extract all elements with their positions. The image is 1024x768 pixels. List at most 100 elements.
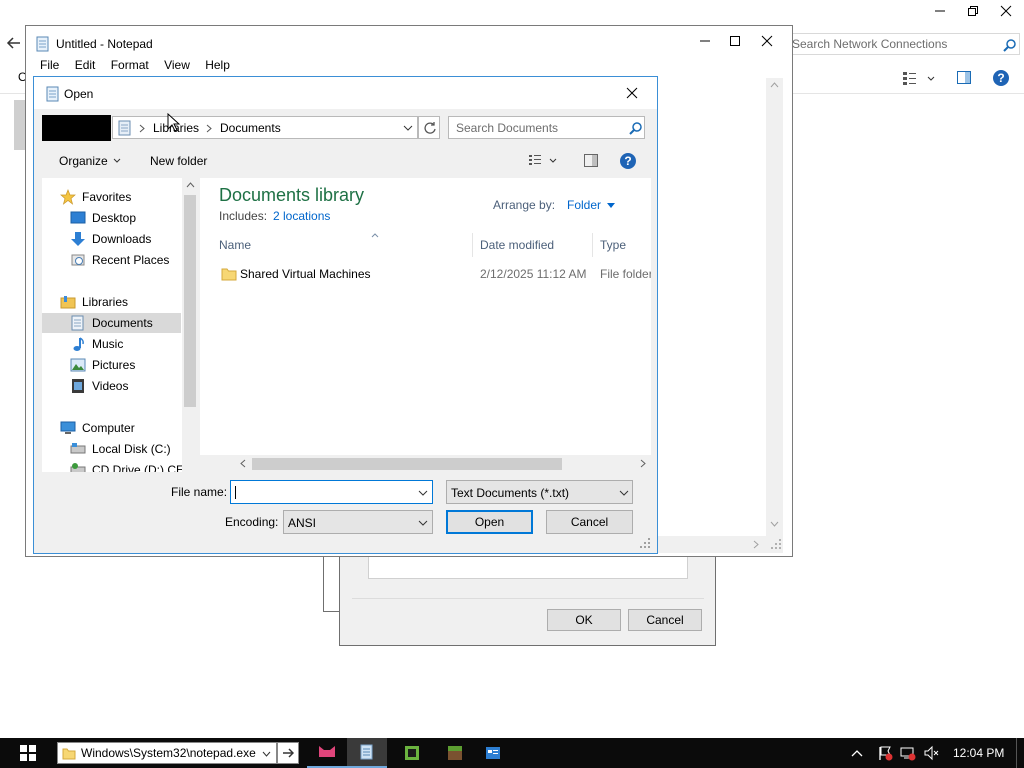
nav-pictures[interactable]: Pictures <box>42 355 135 375</box>
show-hidden-icons-icon[interactable] <box>851 749 863 757</box>
svg-text:?: ? <box>997 71 1004 85</box>
column-date-modified[interactable]: Date modified <box>480 233 590 257</box>
nav-local-disk[interactable]: Local Disk (C:) <box>42 439 171 459</box>
menu-format[interactable]: Format <box>111 58 149 72</box>
content-scrollbar-thumb[interactable] <box>252 458 562 470</box>
view-options-icon <box>529 155 557 165</box>
taskbar-address-box[interactable]: Windows\System32\notepad.exe <box>57 742 277 764</box>
minimize-icon <box>935 10 945 12</box>
notepad-icon <box>36 36 49 52</box>
documents-icon <box>71 315 84 331</box>
column-name[interactable]: Name <box>219 233 471 257</box>
nav-favorites[interactable]: Favorites <box>42 187 131 207</box>
nav-music[interactable]: Music <box>42 334 123 354</box>
start-button[interactable] <box>8 738 48 768</box>
taskbar-app-4[interactable] <box>435 738 475 768</box>
minimize-button[interactable] <box>925 0 955 22</box>
nav-cd-drive[interactable]: CD Drive (D:) CEN <box>42 460 193 472</box>
nav-pane-scrollbar[interactable] <box>182 178 198 472</box>
notepad-close-button[interactable] <box>752 30 782 52</box>
volume-muted-icon[interactable] <box>924 745 940 761</box>
libraries-folder-icon <box>60 296 76 309</box>
menu-view[interactable]: View <box>164 58 190 72</box>
back-arrow-icon <box>6 37 20 49</box>
file-type: File folder <box>600 267 651 281</box>
close-button[interactable] <box>991 0 1021 22</box>
nav-downloads-label: Downloads <box>92 232 152 246</box>
taskbar-notepad[interactable] <box>347 738 387 768</box>
change-view-button[interactable] <box>528 153 560 169</box>
menu-help[interactable]: Help <box>205 58 230 72</box>
breadcrumb-documents[interactable]: Documents <box>220 121 281 135</box>
content-horizontal-scrollbar[interactable] <box>200 455 651 472</box>
resize-grip-icon[interactable] <box>770 538 782 550</box>
nav-downloads[interactable]: Downloads <box>42 229 151 249</box>
encoding-select[interactable]: ANSI <box>283 510 433 534</box>
nav-music-label: Music <box>92 337 124 351</box>
includes-locations-link[interactable]: 2 locations <box>273 209 330 223</box>
taskbar-app-5[interactable] <box>473 738 513 768</box>
menu-file[interactable]: File <box>40 58 59 72</box>
change-view-button[interactable] <box>902 70 938 86</box>
taskbar-app-1[interactable] <box>307 738 347 768</box>
library-title: Documents library <box>219 185 365 205</box>
nav-scrollbar-thumb[interactable] <box>184 195 196 407</box>
file-row[interactable]: Shared Virtual Machines 2/12/2025 11:12 … <box>219 263 651 285</box>
show-desktop-button[interactable] <box>1016 738 1024 768</box>
nav-documents-selected[interactable]: Documents <box>42 313 181 333</box>
organize-button[interactable]: Organize <box>59 154 121 168</box>
help-button[interactable]: ? <box>992 69 1010 87</box>
file-name-input[interactable] <box>230 480 433 504</box>
network-search-box[interactable]: Search Network Connections <box>788 33 1020 55</box>
back-button[interactable] <box>6 35 24 51</box>
cancel-button[interactable]: Cancel <box>546 510 633 534</box>
search-documents-box[interactable]: Search Documents <box>448 116 645 139</box>
cancel-label: Cancel <box>646 613 684 627</box>
network-icon[interactable] <box>900 745 916 761</box>
scroll-up-icon <box>186 182 195 188</box>
nav-favorites-label: Favorites <box>82 190 132 204</box>
menu-edit[interactable]: Edit <box>75 58 96 72</box>
new-folder-button[interactable]: New folder <box>150 154 207 168</box>
restore-button[interactable] <box>958 0 988 22</box>
open-button[interactable]: Open <box>446 510 533 534</box>
encoding-value: ANSI <box>288 516 317 530</box>
taskbar-app-3[interactable] <box>392 738 432 768</box>
open-dialog-title: Open <box>64 87 94 101</box>
back-dialog-field <box>368 556 688 579</box>
back-dialog-cancel-button[interactable]: Cancel <box>628 609 702 631</box>
resize-grip-icon[interactable] <box>639 537 651 549</box>
nav-desktop[interactable]: Desktop <box>42 208 136 228</box>
terminal-app-icon <box>405 746 419 760</box>
notepad-menubar: File Edit Format View Help <box>40 58 242 72</box>
navigation-pane: Favorites Desktop Downloads Recent Place… <box>42 178 198 472</box>
address-bar[interactable]: Libraries Documents <box>112 116 418 139</box>
taskbar-go-button[interactable] <box>277 742 299 764</box>
nav-libraries[interactable]: Libraries <box>42 292 128 312</box>
help-button[interactable]: ? <box>619 152 637 170</box>
preview-pane-icon <box>584 154 598 167</box>
arrange-by-dropdown[interactable]: Folder <box>567 198 616 212</box>
nav-videos[interactable]: Videos <box>42 376 128 396</box>
clock[interactable]: 12:04 PM <box>953 746 1004 760</box>
notepad-maximize-button[interactable] <box>720 30 750 52</box>
nav-recent-places[interactable]: Recent Places <box>42 250 169 270</box>
nav-computer[interactable]: Computer <box>42 418 135 438</box>
refresh-button[interactable] <box>418 116 440 139</box>
open-dialog-close-button[interactable] <box>617 82 647 104</box>
search-icon <box>1003 39 1016 52</box>
notepad-minimize-button[interactable] <box>690 30 720 52</box>
caret-down-icon <box>607 202 616 208</box>
preview-pane-button[interactable] <box>583 153 601 169</box>
action-center-flag-icon[interactable] <box>877 745 893 761</box>
preview-pane-button[interactable] <box>956 70 974 86</box>
back-dialog-ok-button[interactable]: OK <box>547 609 621 631</box>
notepad-vertical-scrollbar[interactable] <box>766 78 783 536</box>
notepad-horizontal-scrollbar[interactable] <box>656 536 783 553</box>
file-type-select[interactable]: Text Documents (*.txt) <box>446 480 633 504</box>
chevron-down-icon[interactable] <box>418 490 428 497</box>
mouse-pointer-icon <box>167 113 181 132</box>
arrange-by-value: Folder <box>567 198 602 212</box>
column-type[interactable]: Type <box>600 233 651 257</box>
chevron-down-icon[interactable] <box>403 125 413 132</box>
